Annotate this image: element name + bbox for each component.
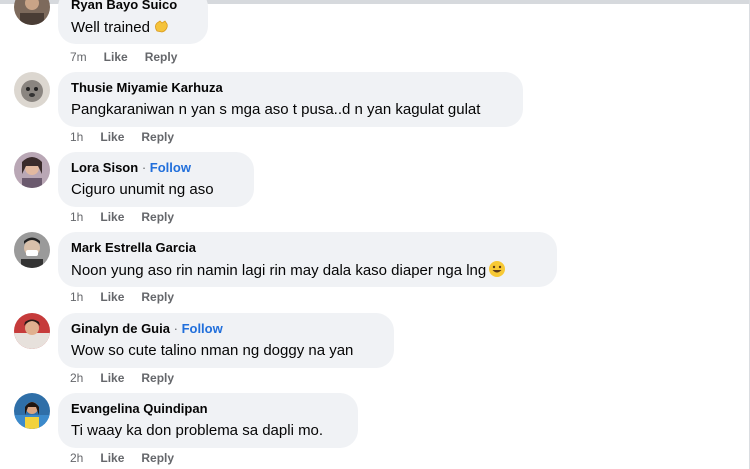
reply-button[interactable]: Reply [141,290,174,304]
comment-meta: 2h Like Reply [70,370,191,386]
comment-bubble: Ginalyn de Guia · Follow Wow so cute tal… [58,313,394,368]
comment-bubble: Thusie Miyamie Karhuza Pangkaraniwan n y… [58,72,523,127]
like-button[interactable]: Like [100,130,124,144]
separator-dot: · [173,321,178,336]
comment-text: Wow so cute talino nman ng doggy na yan [71,342,354,359]
follow-button[interactable]: Follow [182,321,223,336]
comment-text: Noon yung aso rin namin lagi rin may dal… [71,262,487,279]
comment-time[interactable]: 7m [70,50,87,64]
comment-meta: 1h Like Reply [70,289,191,305]
author-name[interactable]: Mark Estrella Garcia [71,240,196,255]
avatar[interactable] [14,72,50,108]
like-button[interactable]: Like [100,371,124,385]
author-name[interactable]: Ryan Bayo Suico [71,0,177,12]
comment-text: Pangkaraniwan n yan s mga aso t pusa..d … [71,101,481,118]
comment-text: Ciguro unumit ng aso [71,181,214,198]
grinning-face-icon [488,260,506,284]
reply-button[interactable]: Reply [141,451,174,465]
avatar[interactable] [14,232,50,268]
author-name[interactable]: Ginalyn de Guia [71,321,170,336]
comment-text: Well trained [71,19,150,36]
comment-time[interactable]: 2h [70,371,83,385]
like-button[interactable]: Like [104,50,128,64]
comment-meta: 1h Like Reply [70,209,191,225]
comment-time[interactable]: 1h [70,290,83,304]
author-name[interactable]: Lora Sison [71,160,138,175]
comment-bubble: Ryan Bayo Suico Well trained [58,0,208,44]
comment-meta: 1h Like Reply [70,129,191,145]
reply-button[interactable]: Reply [141,130,174,144]
comment-text: Ti waay ka don problema sa dapli mo. [71,422,324,439]
comment-meta: 7m Like Reply [70,49,194,65]
avatar[interactable] [14,0,50,25]
like-button[interactable]: Like [100,290,124,304]
clapping-hands-icon [152,17,170,41]
comment-bubble: Lora Sison · Follow Ciguro unumit ng aso [58,152,254,207]
like-button[interactable]: Like [100,210,124,224]
reply-button[interactable]: Reply [141,371,174,385]
comment-bubble: Mark Estrella Garcia Noon yung aso rin n… [58,232,557,287]
author-name[interactable]: Thusie Miyamie Karhuza [71,80,223,95]
follow-button[interactable]: Follow [150,160,191,175]
reply-button[interactable]: Reply [145,50,178,64]
avatar[interactable] [14,393,50,429]
comment-bubble: Evangelina Quindipan Ti waay ka don prob… [58,393,358,448]
reply-button[interactable]: Reply [141,210,174,224]
comment-time[interactable]: 2h [70,451,83,465]
comment-meta: 2h Like Reply [70,450,191,466]
separator-dot: · [141,160,147,175]
avatar[interactable] [14,152,50,188]
comment-time[interactable]: 1h [70,210,83,224]
avatar[interactable] [14,313,50,349]
like-button[interactable]: Like [100,451,124,465]
comment-time[interactable]: 1h [70,130,83,144]
author-name[interactable]: Evangelina Quindipan [71,401,208,416]
